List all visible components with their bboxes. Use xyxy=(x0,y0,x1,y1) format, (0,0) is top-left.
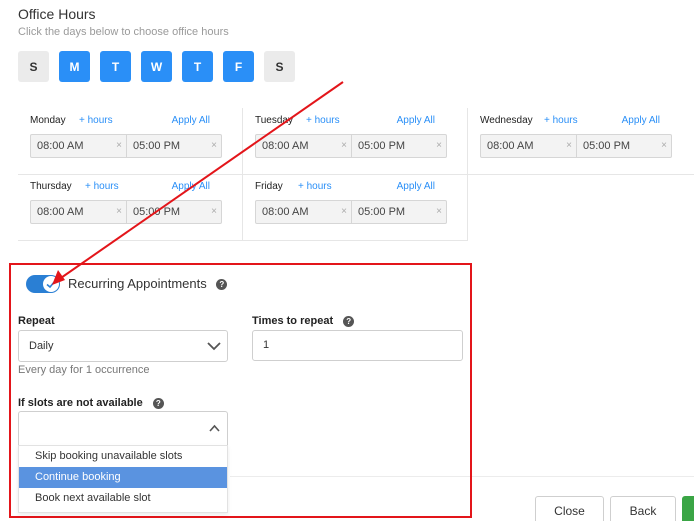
annotation-arrow xyxy=(52,81,344,285)
